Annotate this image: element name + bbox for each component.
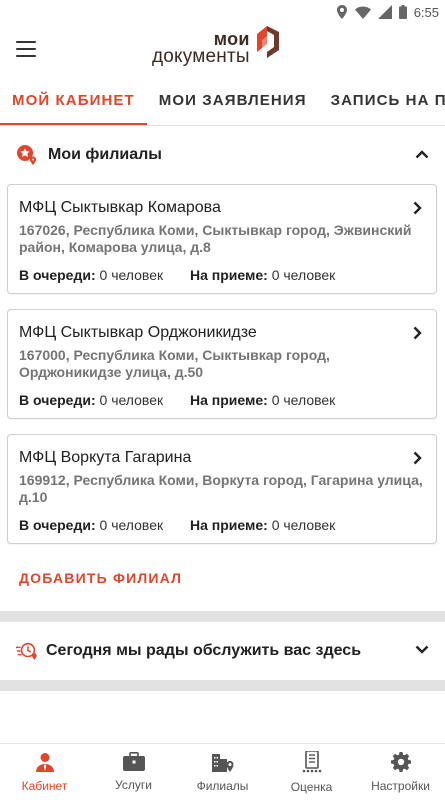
app-logo: мои документы: [152, 26, 283, 67]
signal-icon: [377, 5, 392, 19]
nav-services[interactable]: Услуги: [89, 744, 178, 800]
hamburger-icon[interactable]: [16, 41, 36, 57]
logo-line2: документы: [152, 45, 250, 67]
branch-address: 169912, Республика Коми, Воркута город, …: [19, 472, 423, 505]
clipboard-icon: [302, 749, 322, 776]
branches-section-header[interactable]: Мои филиалы: [0, 126, 445, 184]
queue-value: 0 человек: [99, 392, 164, 408]
queue-label: В очереди:: [19, 517, 96, 533]
nav-cabinet[interactable]: Кабинет: [0, 744, 89, 800]
chevron-right-icon[interactable]: [413, 451, 422, 470]
tab-my-applications[interactable]: МОИ ЗАЯВЛЕНИЯ: [147, 76, 319, 125]
reception-value: 0 человек: [271, 267, 336, 283]
today-section-title: Сегодня мы рады обслужить вас здесь: [46, 642, 362, 659]
nav-rating-label: Оценка: [290, 779, 333, 794]
chevron-down-icon[interactable]: [415, 642, 429, 660]
person-icon: [35, 752, 55, 775]
add-branch-button[interactable]: ДОБАВИТЬ ФИЛИАЛ: [0, 556, 445, 600]
branch-card[interactable]: МФЦ Сыктывкар Комарова 167026, Республик…: [7, 184, 437, 294]
chevron-right-icon[interactable]: [413, 326, 422, 345]
queue-label: В очереди:: [19, 267, 96, 283]
branch-card[interactable]: МФЦ Воркута Гагарина 169912, Республика …: [7, 434, 437, 544]
logo-line1: мои: [213, 28, 250, 49]
reception-label: На приеме:: [190, 517, 268, 533]
nav-cabinet-label: Кабинет: [21, 778, 68, 793]
nav-branches-label: Филиалы: [196, 778, 249, 793]
nav-settings-label: Настройки: [371, 778, 430, 793]
reception-value: 0 человек: [271, 517, 336, 533]
nav-rating[interactable]: Оценка: [267, 744, 356, 800]
queue-label: В очереди:: [19, 392, 96, 408]
nav-services-label: Услуги: [115, 778, 152, 792]
tab-my-cabinet[interactable]: МОЙ КАБИНЕТ: [0, 76, 147, 125]
chevron-right-icon[interactable]: [413, 201, 422, 220]
queue-value: 0 человек: [99, 517, 164, 533]
status-time: 6:55: [413, 4, 439, 20]
branch-cards-list: МФЦ Сыктывкар Комарова 167026, Республик…: [0, 184, 445, 544]
clock-location-icon: [16, 640, 38, 662]
branch-name: МФЦ Сыктывкар Орджоникидзе: [19, 324, 257, 341]
branch-address: 167000, Республика Коми, Сыктывкар город…: [19, 347, 330, 380]
branch-address: 167026, Республика Коми, Сыктывкар город…: [19, 222, 412, 255]
reception-label: На приеме:: [190, 392, 268, 408]
gear-icon: [390, 751, 411, 775]
app-bar: мои документы: [0, 24, 445, 76]
chevron-up-icon[interactable]: [415, 146, 429, 164]
branch-card[interactable]: МФЦ Сыктывкар Орджоникидзе 167000, Респу…: [7, 309, 437, 419]
bottom-navigation: Кабинет Услуги Филиалы Оценка Настройки: [0, 743, 445, 800]
queue-value: 0 человек: [99, 267, 164, 283]
branch-name: МФЦ Сыктывкар Комарова: [19, 199, 221, 216]
tab-bar: МОЙ КАБИНЕТ МОИ ЗАЯВЛЕНИЯ ЗАПИСЬ НА ПРИ: [0, 76, 445, 126]
favorite-location-icon: [16, 144, 38, 166]
nav-branches[interactable]: Филиалы: [178, 744, 267, 800]
today-section-header[interactable]: Сегодня мы рады обслужить вас здесь: [0, 622, 445, 680]
nav-settings[interactable]: Настройки: [356, 744, 445, 800]
location-icon: [336, 5, 348, 19]
branches-section-title: Мои филиалы: [48, 146, 162, 163]
reception-value: 0 человек: [271, 392, 336, 408]
briefcase-icon: [122, 752, 145, 774]
reception-label: На приеме:: [190, 267, 268, 283]
section-divider: [0, 611, 445, 622]
status-bar: 6:55: [0, 0, 445, 24]
tab-appointment[interactable]: ЗАПИСЬ НА ПРИ: [319, 76, 445, 125]
section-divider: [0, 680, 445, 691]
branch-name: МФЦ Воркута Гагарина: [19, 449, 192, 466]
wifi-icon: [354, 6, 371, 19]
buildings-icon: [211, 752, 234, 775]
logo-mark-icon: [253, 22, 283, 67]
battery-icon: [398, 5, 407, 19]
